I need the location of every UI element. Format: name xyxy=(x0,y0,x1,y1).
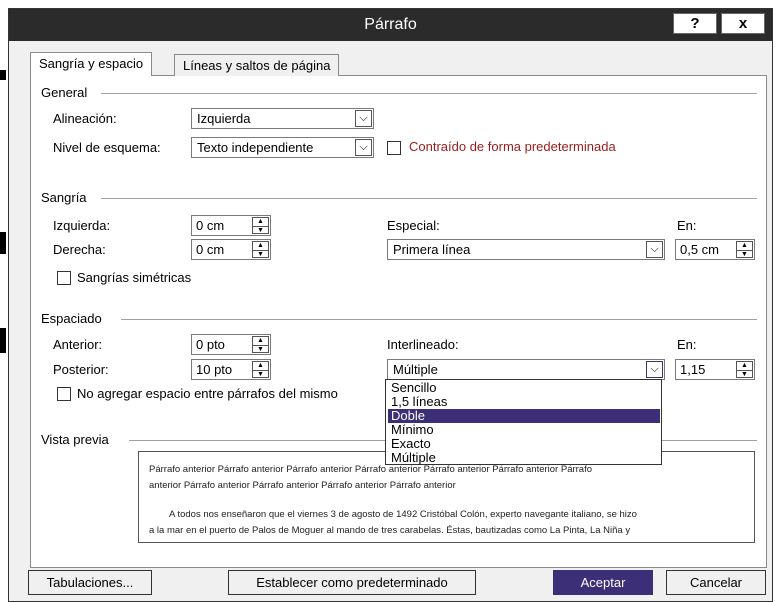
tabs-button[interactable]: Tabulaciones... xyxy=(28,570,152,595)
spinner-icon[interactable]: ▲ ▼ xyxy=(252,361,269,378)
background-document xyxy=(0,0,777,8)
mirror-indents-checkbox[interactable] xyxy=(57,271,71,285)
tab-indent-spacing[interactable]: Sangría y espacio xyxy=(30,52,153,76)
spacing-at-label: En: xyxy=(677,337,697,352)
spacing-before-value: 0 pto xyxy=(196,337,225,352)
preview-heading: Vista previa xyxy=(41,432,109,447)
edge-mark xyxy=(0,70,6,80)
spacing-at-stepper[interactable]: 1,15 ▲ ▼ xyxy=(675,359,755,380)
outline-level-select[interactable]: Texto independiente ⌵ xyxy=(191,137,374,158)
line-spacing-dropdown: Sencillo 1,5 líneas Doble Mínimo Exacto … xyxy=(385,379,662,465)
outline-level-label: Nivel de esquema: xyxy=(53,140,161,155)
indent-right-value: 0 cm xyxy=(196,242,225,257)
collapsed-label: Contraído de forma predeterminada xyxy=(409,139,616,154)
spinner-icon[interactable]: ▲ ▼ xyxy=(252,217,269,234)
divider xyxy=(101,93,757,94)
mirror-indents-label: Sangrías simétricas xyxy=(77,270,192,285)
line-spacing-label: Interlineado: xyxy=(387,337,459,352)
ok-button[interactable]: Aceptar xyxy=(553,570,653,595)
spacing-after-stepper[interactable]: 10 pto ▲ ▼ xyxy=(191,359,271,380)
edge-mark xyxy=(0,232,6,254)
special-label: Especial: xyxy=(387,218,440,233)
no-space-label: No agregar espacio entre párrafos del mi… xyxy=(77,386,338,401)
indent-right-stepper[interactable]: 0 cm ▲ ▼ xyxy=(191,239,271,260)
indent-by-stepper[interactable]: 0,5 cm ▲ ▼ xyxy=(675,239,755,260)
close-button[interactable]: x xyxy=(721,13,765,34)
spacing-before-label: Anterior: xyxy=(53,337,103,352)
cancel-button[interactable]: Cancelar xyxy=(666,570,766,595)
spacing-after-value: 10 pto xyxy=(196,362,233,377)
no-space-checkbox[interactable] xyxy=(57,387,71,401)
spacing-before-stepper[interactable]: 0 pto ▲ ▼ xyxy=(191,334,271,355)
divider xyxy=(121,319,757,320)
line-spacing-select[interactable]: Múltiple ⌵ xyxy=(387,359,665,380)
chevron-down-icon[interactable]: ⌵ xyxy=(646,361,663,378)
spinner-icon[interactable]: ▲ ▼ xyxy=(252,336,269,353)
line-spacing-option-minimo[interactable]: Mínimo xyxy=(388,423,660,437)
indent-by-label: En: xyxy=(677,218,697,233)
indent-by-value: 0,5 cm xyxy=(680,242,720,257)
preview-body-line: a la mar en el puerto de Palos de Moguer… xyxy=(149,525,631,536)
line-spacing-option-multiple[interactable]: Múltiple xyxy=(388,451,660,465)
help-button[interactable]: ? xyxy=(673,13,717,34)
alignment-label: Alineación: xyxy=(53,111,117,126)
spacing-at-value: 1,15 xyxy=(680,362,706,377)
spinner-icon[interactable]: ▲ ▼ xyxy=(736,361,753,378)
alignment-select[interactable]: Izquierda ⌵ xyxy=(191,108,374,129)
set-default-button[interactable]: Establecer como predeterminado xyxy=(228,570,476,595)
line-spacing-option-exacto[interactable]: Exacto xyxy=(388,437,660,451)
line-spacing-option-1-5[interactable]: 1,5 líneas xyxy=(388,395,660,409)
chevron-down-icon[interactable]: ⌵ xyxy=(355,139,372,156)
collapsed-checkbox[interactable] xyxy=(387,141,401,155)
special-select[interactable]: Primera línea ⌵ xyxy=(387,239,665,260)
chevron-down-icon[interactable]: ⌵ xyxy=(646,241,663,258)
indent-left-stepper[interactable]: 0 cm ▲ ▼ xyxy=(191,215,271,236)
line-spacing-value: Múltiple xyxy=(393,362,438,377)
preview-prev-line: Párrafo anterior Párrafo anterior Párraf… xyxy=(149,464,593,475)
outline-level-value: Texto independiente xyxy=(197,140,314,155)
spinner-icon[interactable]: ▲ ▼ xyxy=(736,241,753,258)
preview-body-line: A todos nos enseñaron que el viernes 3 d… xyxy=(169,509,637,520)
chevron-down-icon[interactable]: ⌵ xyxy=(355,110,372,127)
general-heading: General xyxy=(41,85,88,100)
indent-heading: Sangría xyxy=(41,190,87,205)
line-spacing-option-doble[interactable]: Doble xyxy=(388,409,660,423)
edge-mark xyxy=(0,328,6,353)
tab-line-page-breaks[interactable]: Líneas y saltos de página xyxy=(174,54,340,76)
indent-right-label: Derecha: xyxy=(53,242,106,257)
special-value: Primera línea xyxy=(393,242,471,257)
indent-left-value: 0 cm xyxy=(196,218,225,233)
indent-left-label: Izquierda: xyxy=(53,218,111,233)
line-spacing-option-sencillo[interactable]: Sencillo xyxy=(388,381,660,395)
divider xyxy=(101,198,757,199)
spacing-heading: Espaciado xyxy=(41,311,102,326)
spinner-icon[interactable]: ▲ ▼ xyxy=(252,241,269,258)
title-bar: Párrafo ? x xyxy=(9,9,772,41)
spacing-after-label: Posterior: xyxy=(53,362,109,377)
preview-prev-line: anterior Párrafo anterior Párrafo anteri… xyxy=(149,480,456,491)
dialog-title: Párrafo xyxy=(364,16,417,33)
alignment-value: Izquierda xyxy=(197,111,251,126)
